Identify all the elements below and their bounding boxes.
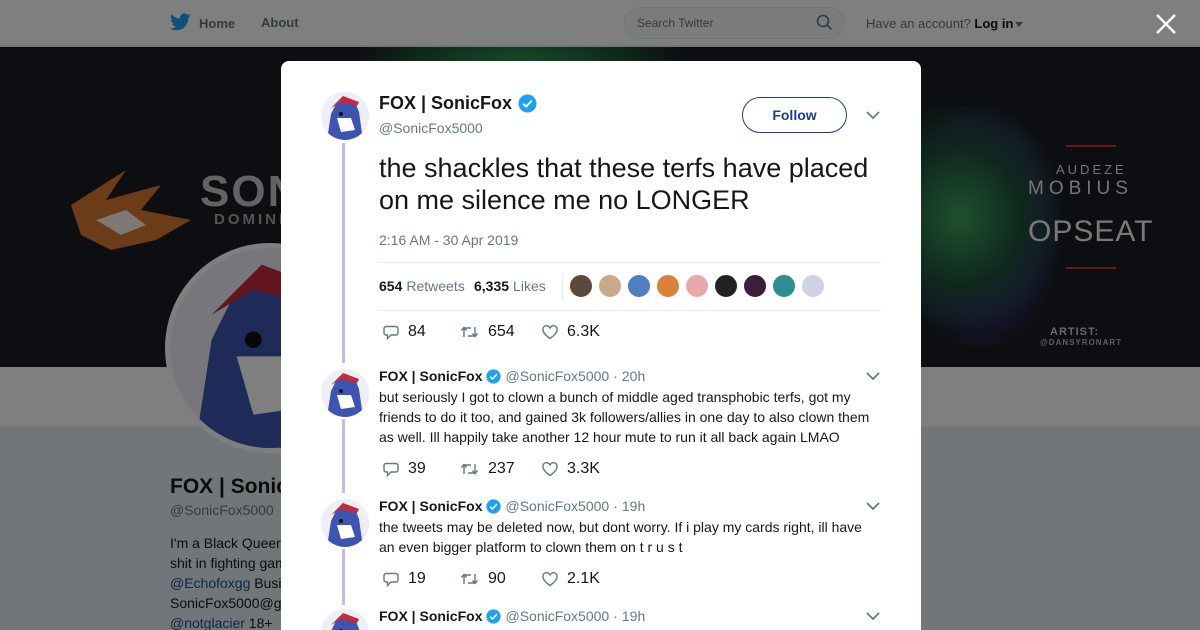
- liker-avatar[interactable]: [772, 274, 796, 298]
- reply-header: FOX | SonicFox @SonicFox5000 · 19h: [379, 498, 645, 514]
- like-count: 2.1K: [567, 570, 600, 587]
- like-count: 6.3K: [567, 323, 600, 340]
- likes-count: 6,335: [474, 278, 510, 294]
- avatar[interactable]: [321, 369, 369, 417]
- reply-time[interactable]: 19h: [622, 608, 645, 624]
- reply-action[interactable]: 84: [383, 323, 426, 341]
- retweet-count: 237: [488, 460, 515, 477]
- reply-author-name[interactable]: FOX | SonicFox: [379, 368, 482, 384]
- liker-avatar[interactable]: [656, 274, 680, 298]
- fox-avatar-icon: [321, 499, 369, 547]
- reply-author-name[interactable]: FOX | SonicFox: [379, 608, 482, 624]
- like-action[interactable]: 3.3K: [542, 460, 600, 478]
- close-icon[interactable]: [1154, 12, 1178, 36]
- reply-count: 84: [408, 323, 426, 340]
- reply-time[interactable]: 19h: [622, 498, 645, 514]
- retweet-count: 90: [488, 570, 506, 587]
- heart-icon: [542, 461, 558, 476]
- reply-text: the tweets may be deleted now, but dont …: [379, 519, 862, 555]
- liker-avatar[interactable]: [685, 274, 709, 298]
- tweet-modal: FOX | SonicFox @SonicFox5000 Follow the …: [281, 61, 921, 630]
- fox-avatar-icon: [321, 369, 369, 417]
- separator-dot: ·: [613, 608, 618, 624]
- thread-line: [342, 549, 345, 605]
- liker-avatar[interactable]: [743, 274, 767, 298]
- reply-action[interactable]: 19: [383, 570, 426, 588]
- chevron-down-icon[interactable]: [866, 372, 880, 381]
- reply-author-handle[interactable]: @SonicFox5000: [505, 608, 609, 624]
- verified-badge-icon: [486, 608, 502, 624]
- separator-dot: ·: [613, 368, 618, 384]
- chevron-down-icon[interactable]: [866, 612, 880, 621]
- retweet-icon: [460, 463, 479, 475]
- avatar[interactable]: [321, 92, 369, 140]
- author-name-text: FOX | SonicFox: [379, 93, 513, 113]
- fox-avatar-icon: [321, 92, 369, 140]
- verified-badge-icon: [518, 94, 537, 113]
- reply-text: but seriously I got to clown a bunch of …: [379, 389, 870, 445]
- avatar[interactable]: [321, 499, 369, 547]
- thread-line: [342, 143, 345, 363]
- reply-action[interactable]: 39: [383, 460, 426, 478]
- chevron-down-icon[interactable]: [866, 111, 880, 120]
- fox-avatar-icon: [321, 609, 369, 630]
- chevron-down-icon[interactable]: [866, 502, 880, 511]
- like-action[interactable]: 2.1K: [542, 570, 600, 588]
- reply-author-handle[interactable]: @SonicFox5000: [505, 368, 609, 384]
- retweet-action[interactable]: 654: [460, 323, 515, 341]
- avatar[interactable]: [321, 609, 369, 630]
- retweets-stat[interactable]: 654 Retweets: [379, 278, 465, 294]
- likes-stat[interactable]: 6,335 Likes: [474, 278, 546, 294]
- reply-count: 19: [408, 570, 426, 587]
- stats-divider: [562, 273, 563, 301]
- follow-button[interactable]: Follow: [742, 97, 847, 133]
- reply-author-handle[interactable]: @SonicFox5000: [505, 498, 609, 514]
- liker-avatar[interactable]: [598, 274, 622, 298]
- liker-avatar[interactable]: [801, 274, 825, 298]
- reply-author-name[interactable]: FOX | SonicFox: [379, 498, 482, 514]
- reply-header: FOX | SonicFox @SonicFox5000 · 20h: [379, 368, 645, 384]
- liker-avatar[interactable]: [714, 274, 738, 298]
- tweet-author-handle[interactable]: @SonicFox5000: [379, 120, 483, 136]
- liker-avatar[interactable]: [569, 274, 593, 298]
- reply-icon: [383, 572, 399, 587]
- tweet-stats: 654 Retweets 6,335 Likes: [377, 262, 881, 311]
- reply-header: FOX | SonicFox @SonicFox5000 · 19h: [379, 608, 645, 624]
- liker-avatar[interactable]: [627, 274, 651, 298]
- like-action[interactable]: 6.3K: [542, 323, 600, 341]
- retweet-count: 654: [488, 323, 515, 340]
- tweet-timestamp[interactable]: 2:16 AM - 30 Apr 2019: [379, 232, 518, 248]
- retweet-action[interactable]: 90: [460, 570, 506, 588]
- reply-time[interactable]: 20h: [622, 368, 645, 384]
- reply-icon: [383, 325, 399, 340]
- retweets-label: Retweets: [406, 278, 465, 294]
- retweet-action[interactable]: 237: [460, 460, 515, 478]
- reply-count: 39: [408, 460, 426, 477]
- reply-icon: [383, 462, 399, 477]
- heart-icon: [542, 324, 558, 339]
- retweet-icon: [460, 573, 479, 585]
- thread-line: [342, 419, 345, 493]
- verified-badge-icon: [486, 368, 502, 384]
- tweet-author-name[interactable]: FOX | SonicFox: [379, 93, 537, 114]
- tweet-text: the shackles that these terfs have place…: [379, 153, 869, 215]
- retweet-icon: [460, 326, 479, 338]
- heart-icon: [542, 571, 558, 586]
- like-count: 3.3K: [567, 460, 600, 477]
- verified-badge-icon: [486, 498, 502, 514]
- separator-dot: ·: [613, 498, 618, 514]
- retweets-count: 654: [379, 278, 403, 294]
- likes-label: Likes: [513, 278, 546, 294]
